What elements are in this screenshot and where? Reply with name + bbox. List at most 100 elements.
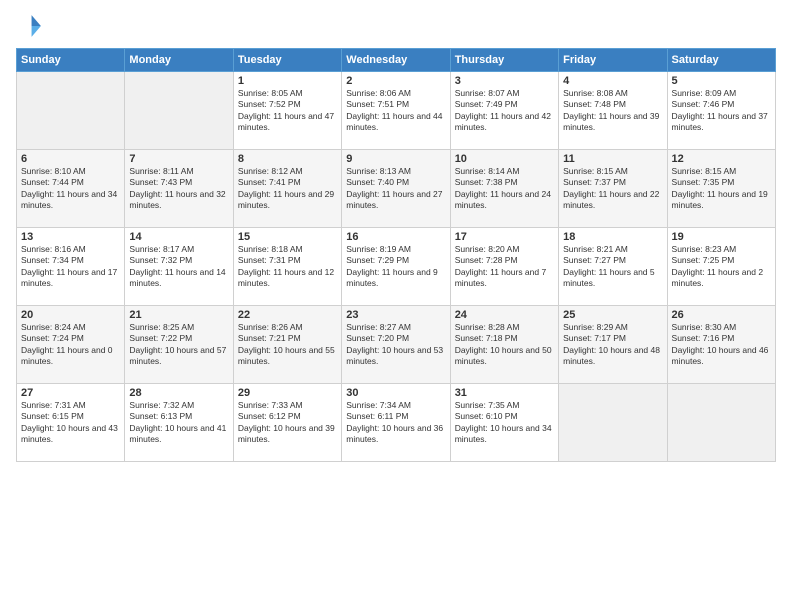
day-number: 19 [672,231,771,243]
calendar-cell: 17Sunrise: 8:20 AM Sunset: 7:28 PM Dayli… [450,228,558,306]
day-number: 7 [129,153,228,165]
day-number: 9 [346,153,445,165]
calendar-cell: 26Sunrise: 8:30 AM Sunset: 7:16 PM Dayli… [667,306,775,384]
day-number: 10 [455,153,554,165]
day-number: 5 [672,75,771,87]
day-number: 18 [563,231,662,243]
day-number: 2 [346,75,445,87]
calendar-cell: 19Sunrise: 8:23 AM Sunset: 7:25 PM Dayli… [667,228,775,306]
day-info: Sunrise: 8:07 AM Sunset: 7:49 PM Dayligh… [455,88,554,134]
day-number: 23 [346,309,445,321]
header [16,12,776,40]
day-info: Sunrise: 8:12 AM Sunset: 7:41 PM Dayligh… [238,166,337,212]
day-info: Sunrise: 7:32 AM Sunset: 6:13 PM Dayligh… [129,400,228,446]
day-of-week-header: Thursday [450,49,558,72]
calendar-cell: 10Sunrise: 8:14 AM Sunset: 7:38 PM Dayli… [450,150,558,228]
calendar-cell: 25Sunrise: 8:29 AM Sunset: 7:17 PM Dayli… [559,306,667,384]
day-number: 28 [129,387,228,399]
calendar-cell: 7Sunrise: 8:11 AM Sunset: 7:43 PM Daylig… [125,150,233,228]
day-info: Sunrise: 8:26 AM Sunset: 7:21 PM Dayligh… [238,322,337,368]
calendar-week-row: 27Sunrise: 7:31 AM Sunset: 6:15 PM Dayli… [17,384,776,462]
calendar-week-row: 20Sunrise: 8:24 AM Sunset: 7:24 PM Dayli… [17,306,776,384]
day-info: Sunrise: 8:27 AM Sunset: 7:20 PM Dayligh… [346,322,445,368]
day-of-week-header: Monday [125,49,233,72]
calendar-cell: 1Sunrise: 8:05 AM Sunset: 7:52 PM Daylig… [233,72,341,150]
day-info: Sunrise: 8:08 AM Sunset: 7:48 PM Dayligh… [563,88,662,134]
calendar-cell [17,72,125,150]
day-info: Sunrise: 8:13 AM Sunset: 7:40 PM Dayligh… [346,166,445,212]
calendar-cell: 22Sunrise: 8:26 AM Sunset: 7:21 PM Dayli… [233,306,341,384]
calendar-cell: 9Sunrise: 8:13 AM Sunset: 7:40 PM Daylig… [342,150,450,228]
day-number: 3 [455,75,554,87]
day-number: 26 [672,309,771,321]
day-number: 11 [563,153,662,165]
day-number: 12 [672,153,771,165]
calendar-cell: 3Sunrise: 8:07 AM Sunset: 7:49 PM Daylig… [450,72,558,150]
day-number: 6 [21,153,120,165]
calendar-table: SundayMondayTuesdayWednesdayThursdayFrid… [16,48,776,462]
day-info: Sunrise: 8:17 AM Sunset: 7:32 PM Dayligh… [129,244,228,290]
calendar-cell: 30Sunrise: 7:34 AM Sunset: 6:11 PM Dayli… [342,384,450,462]
day-info: Sunrise: 8:10 AM Sunset: 7:44 PM Dayligh… [21,166,120,212]
day-number: 14 [129,231,228,243]
day-number: 8 [238,153,337,165]
calendar-header-row: SundayMondayTuesdayWednesdayThursdayFrid… [17,49,776,72]
calendar-cell: 6Sunrise: 8:10 AM Sunset: 7:44 PM Daylig… [17,150,125,228]
day-info: Sunrise: 8:28 AM Sunset: 7:18 PM Dayligh… [455,322,554,368]
day-number: 16 [346,231,445,243]
day-info: Sunrise: 8:24 AM Sunset: 7:24 PM Dayligh… [21,322,120,368]
calendar-cell: 11Sunrise: 8:15 AM Sunset: 7:37 PM Dayli… [559,150,667,228]
day-number: 4 [563,75,662,87]
day-info: Sunrise: 8:21 AM Sunset: 7:27 PM Dayligh… [563,244,662,290]
day-of-week-header: Sunday [17,49,125,72]
day-info: Sunrise: 8:14 AM Sunset: 7:38 PM Dayligh… [455,166,554,212]
calendar-week-row: 6Sunrise: 8:10 AM Sunset: 7:44 PM Daylig… [17,150,776,228]
calendar-cell: 4Sunrise: 8:08 AM Sunset: 7:48 PM Daylig… [559,72,667,150]
calendar-cell: 5Sunrise: 8:09 AM Sunset: 7:46 PM Daylig… [667,72,775,150]
logo [16,12,48,40]
day-number: 24 [455,309,554,321]
day-info: Sunrise: 8:16 AM Sunset: 7:34 PM Dayligh… [21,244,120,290]
day-info: Sunrise: 7:31 AM Sunset: 6:15 PM Dayligh… [21,400,120,446]
day-number: 21 [129,309,228,321]
calendar-cell: 29Sunrise: 7:33 AM Sunset: 6:12 PM Dayli… [233,384,341,462]
calendar-cell: 14Sunrise: 8:17 AM Sunset: 7:32 PM Dayli… [125,228,233,306]
calendar-cell [125,72,233,150]
day-info: Sunrise: 8:20 AM Sunset: 7:28 PM Dayligh… [455,244,554,290]
day-info: Sunrise: 8:29 AM Sunset: 7:17 PM Dayligh… [563,322,662,368]
day-info: Sunrise: 8:19 AM Sunset: 7:29 PM Dayligh… [346,244,445,290]
day-number: 27 [21,387,120,399]
day-number: 29 [238,387,337,399]
day-info: Sunrise: 8:15 AM Sunset: 7:37 PM Dayligh… [563,166,662,212]
day-info: Sunrise: 8:09 AM Sunset: 7:46 PM Dayligh… [672,88,771,134]
day-info: Sunrise: 8:15 AM Sunset: 7:35 PM Dayligh… [672,166,771,212]
calendar-cell [559,384,667,462]
day-info: Sunrise: 8:05 AM Sunset: 7:52 PM Dayligh… [238,88,337,134]
calendar-cell: 27Sunrise: 7:31 AM Sunset: 6:15 PM Dayli… [17,384,125,462]
calendar-cell: 12Sunrise: 8:15 AM Sunset: 7:35 PM Dayli… [667,150,775,228]
calendar-week-row: 13Sunrise: 8:16 AM Sunset: 7:34 PM Dayli… [17,228,776,306]
day-number: 25 [563,309,662,321]
day-info: Sunrise: 7:33 AM Sunset: 6:12 PM Dayligh… [238,400,337,446]
day-info: Sunrise: 7:34 AM Sunset: 6:11 PM Dayligh… [346,400,445,446]
logo-icon [16,12,44,40]
calendar-cell: 28Sunrise: 7:32 AM Sunset: 6:13 PM Dayli… [125,384,233,462]
day-info: Sunrise: 8:25 AM Sunset: 7:22 PM Dayligh… [129,322,228,368]
day-number: 20 [21,309,120,321]
day-number: 17 [455,231,554,243]
calendar-cell: 15Sunrise: 8:18 AM Sunset: 7:31 PM Dayli… [233,228,341,306]
calendar-cell [667,384,775,462]
calendar-cell: 21Sunrise: 8:25 AM Sunset: 7:22 PM Dayli… [125,306,233,384]
calendar-cell: 2Sunrise: 8:06 AM Sunset: 7:51 PM Daylig… [342,72,450,150]
calendar-cell: 16Sunrise: 8:19 AM Sunset: 7:29 PM Dayli… [342,228,450,306]
calendar-cell: 13Sunrise: 8:16 AM Sunset: 7:34 PM Dayli… [17,228,125,306]
day-number: 1 [238,75,337,87]
day-number: 22 [238,309,337,321]
calendar-cell: 31Sunrise: 7:35 AM Sunset: 6:10 PM Dayli… [450,384,558,462]
day-info: Sunrise: 8:18 AM Sunset: 7:31 PM Dayligh… [238,244,337,290]
day-of-week-header: Friday [559,49,667,72]
calendar-cell: 20Sunrise: 8:24 AM Sunset: 7:24 PM Dayli… [17,306,125,384]
day-info: Sunrise: 8:06 AM Sunset: 7:51 PM Dayligh… [346,88,445,134]
calendar-cell: 18Sunrise: 8:21 AM Sunset: 7:27 PM Dayli… [559,228,667,306]
day-number: 30 [346,387,445,399]
